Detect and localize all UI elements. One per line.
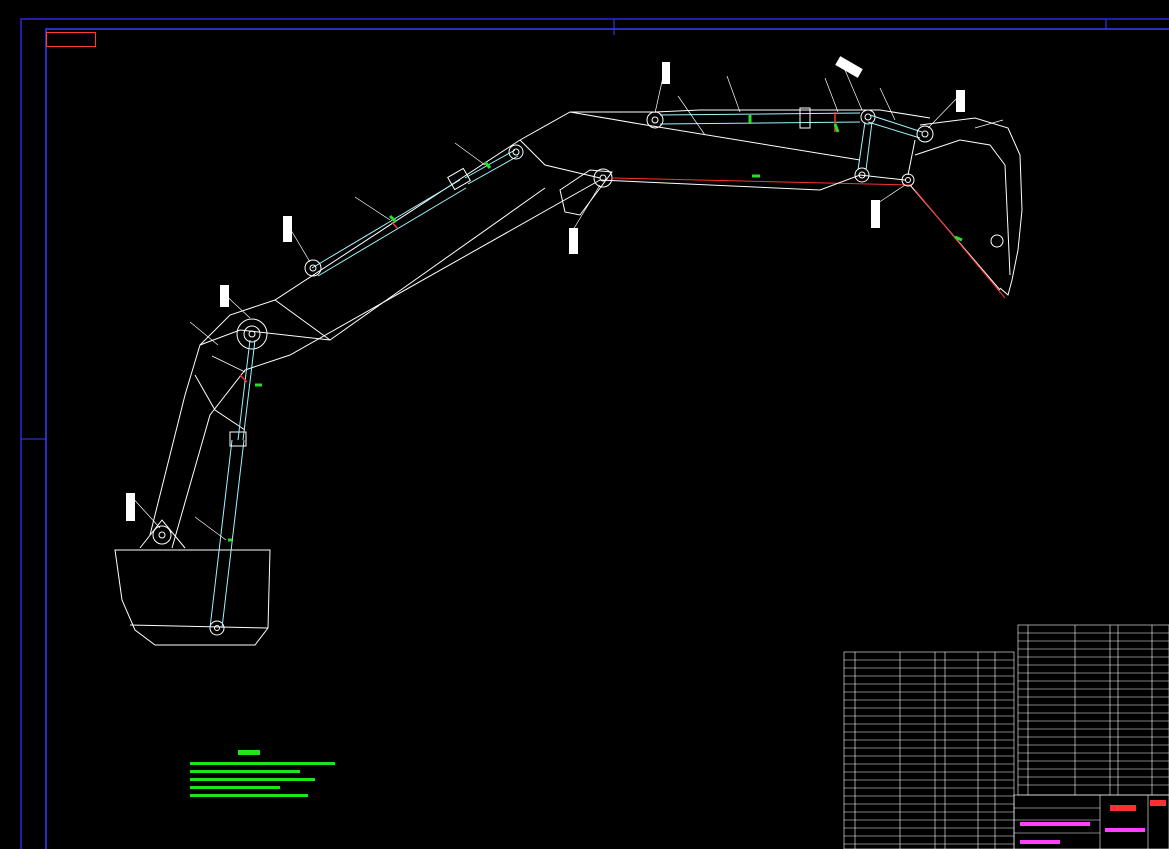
title-block [1013, 794, 1169, 849]
technical-notes [190, 750, 335, 797]
parts-list-right [1017, 624, 1169, 796]
boom-arm [149, 109, 931, 549]
cad-drawing[interactable] [0, 0, 1169, 849]
callout-leaders [129, 67, 1004, 541]
boom-cylinder [209, 339, 262, 629]
drawing-stamp [46, 32, 96, 47]
bucket-linkage [854, 109, 934, 187]
turntable-base [114, 519, 271, 646]
drawing-border [20, 18, 1169, 849]
bucket [909, 117, 1023, 299]
parts-list-left [843, 651, 1015, 849]
arm-cylinder [304, 144, 524, 277]
bucket-cylinder [659, 107, 861, 133]
